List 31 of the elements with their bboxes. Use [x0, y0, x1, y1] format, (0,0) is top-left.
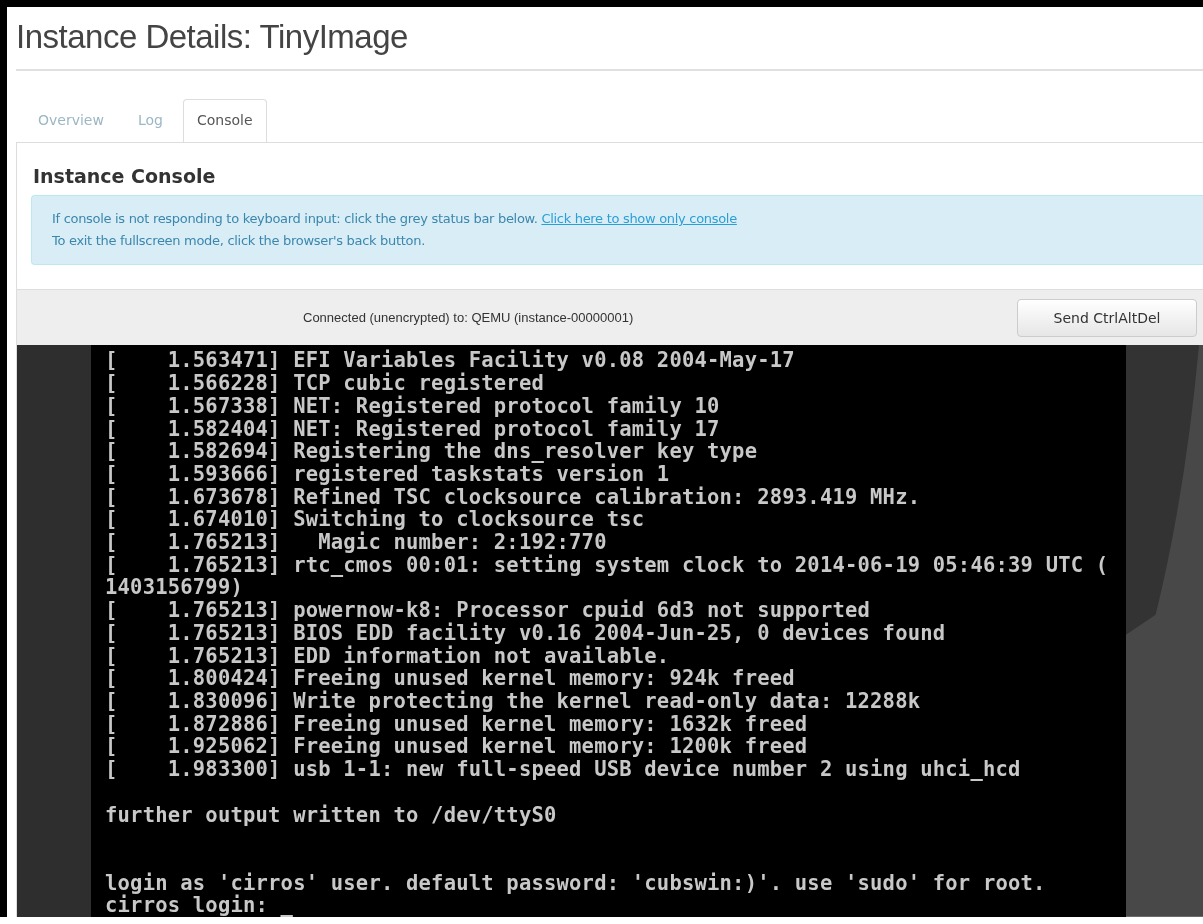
console-line: [ 1.872886] Freeing unused kernel memory: 1632k freed	[105, 712, 809, 736]
console-line: [ 1.673678] Refined TSC clocksource calibration: 2893.419 MHz.	[105, 485, 922, 509]
connection-status: Connected (unencrypted) to: QEMU (instance-00000001)	[303, 310, 634, 326]
info-text: To exit the fullscreen mode, click the browser's back button.	[52, 232, 426, 251]
console-line: [ 1.800424] Freeing unused kernel memory: 924k freed	[105, 667, 796, 690]
console-line: cirros login: _	[105, 894, 295, 917]
console-line: further output written to /dev/ttyS0	[105, 803, 558, 827]
status-bar[interactable]: Connected (unencrypted) to: QEMU (instance-00000001) Send CtrlAltDel	[17, 289, 1203, 346]
console-line: [ 1.582404] NET: Registered protocol family 17	[105, 417, 721, 441]
console-line: [ 1.593666] registered taskstats version 1	[105, 462, 670, 486]
console-line: [ 1.567338] NET: Registered protocol family 10	[105, 394, 721, 418]
console-line: [ 1.765213] BIOS EDD facility v0.16 2004-Jun-25, 0 devices found	[105, 621, 947, 645]
console-line: [ 1.566228] TCP cubic registered	[105, 372, 545, 395]
console-line: [ 1.830096] Write protecting the kernel read-only data: 12288k	[105, 690, 922, 713]
tab[interactable]: Console	[182, 99, 267, 144]
info-text: If console is not responding to keyboard input: click the grey status bar below. Click here to show only console	[52, 210, 738, 229]
console-line: [ 1.674010] Switching to clocksource tsc	[105, 508, 646, 532]
send-ctrlaltdel-button[interactable]: Send CtrlAltDel	[1017, 298, 1197, 337]
console-line: [ 1.563471] EFI Variables Facility v0.08 2004-May-17	[105, 349, 796, 373]
page-title: Instance Details: TinyImage	[16, 17, 1203, 71]
console-line: 1403156799)	[105, 576, 244, 600]
console-line: [ 1.765213] EDD information not available.	[105, 644, 671, 668]
console-line: login as 'cirros' user. default password: 'cubswin:)'. use 'sudo' for root.	[105, 871, 1047, 895]
console-screen[interactable]	[91, 345, 1126, 917]
console-line: [ 1.765213] rtc_cmos 00:01: setting system clock to 2014-06-19 05:46:39 UTC (	[105, 553, 1110, 577]
section-heading: Instance Console	[33, 165, 217, 188]
console-line: [ 1.765213] Magic number: 2:192:770	[105, 531, 608, 554]
console-line: [ 1.925062] Freeing unused kernel memory: 1200k freed	[105, 735, 809, 759]
console-line: [ 1.765213] powernow-k8: Processor cpuid 6d3 not supported	[105, 599, 872, 622]
console-line: [ 1.582694] Registering the dns_resolver key type	[105, 440, 759, 463]
console-line: [ 1.983300] usb 1-1: new full-speed USB device number 2 using uhci_hcd	[105, 758, 1022, 781]
